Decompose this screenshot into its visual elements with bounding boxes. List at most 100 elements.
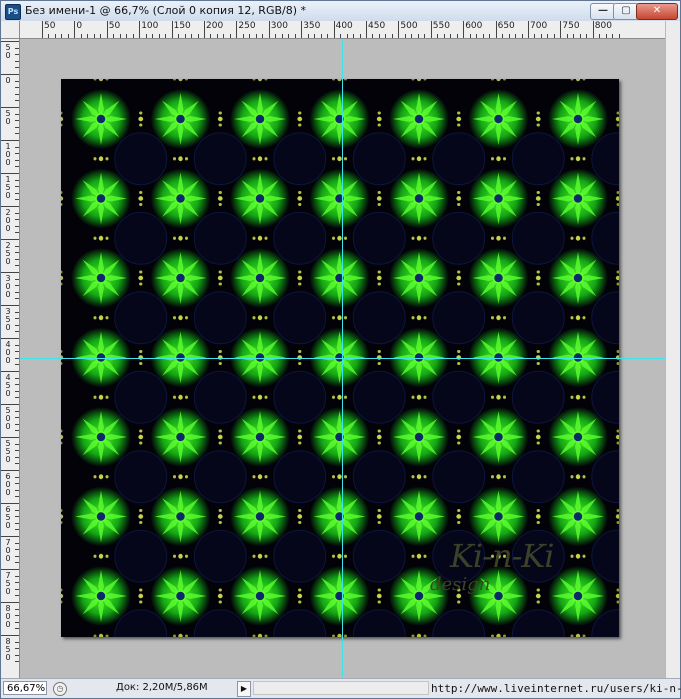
ruler-minor-tick bbox=[145, 34, 147, 38]
ruler-minor-tick bbox=[15, 522, 19, 524]
ruler-minor-tick bbox=[15, 351, 19, 353]
ruler-major-tick bbox=[463, 21, 465, 38]
pattern-hole bbox=[352, 132, 406, 186]
ruler-major-tick bbox=[1, 404, 19, 405]
ruler-major-tick bbox=[236, 21, 238, 38]
pattern-hole bbox=[511, 132, 565, 186]
ruler-major-tick bbox=[106, 21, 108, 38]
ruler-label: 550 bbox=[432, 21, 450, 31]
horizontal-ruler[interactable]: 50 0 50 100 150 200 250 300 350 400 450 500 550 600 65… bbox=[20, 21, 665, 39]
ruler-major-tick bbox=[1, 272, 19, 273]
ruler-minor-tick bbox=[15, 219, 19, 221]
ruler-minor-tick bbox=[15, 54, 19, 56]
ruler-major-tick bbox=[268, 21, 270, 38]
ruler-minor-tick bbox=[469, 34, 471, 38]
ruler-minor-tick bbox=[15, 410, 19, 412]
vertical-scrollbar[interactable] bbox=[665, 21, 680, 678]
pattern-hole bbox=[511, 450, 565, 504]
ruler-major-tick bbox=[171, 21, 173, 38]
ruler-minor-tick bbox=[15, 87, 19, 89]
ruler-major-tick bbox=[1, 74, 19, 75]
ruler-major-tick bbox=[333, 21, 335, 38]
ruler-label: 750 bbox=[562, 21, 580, 31]
pattern-hole bbox=[273, 132, 327, 186]
ruler-minor-tick bbox=[54, 34, 56, 38]
ruler-minor-tick bbox=[15, 621, 19, 623]
ruler-minor-tick bbox=[249, 34, 251, 38]
pattern-hole bbox=[432, 132, 486, 186]
ruler-minor-tick bbox=[158, 34, 160, 38]
ruler-minor-tick bbox=[288, 34, 290, 38]
ruler-minor-tick bbox=[15, 357, 19, 359]
ruler-minor-tick bbox=[586, 34, 588, 38]
ruler-minor-tick bbox=[15, 324, 19, 326]
pattern-hole bbox=[352, 370, 406, 424]
ruler-label: 450 bbox=[5, 373, 11, 398]
ruler-minor-tick bbox=[618, 34, 620, 38]
ruler-minor-tick bbox=[15, 549, 19, 551]
ruler-major-tick bbox=[1, 602, 19, 603]
horizontal-guide[interactable] bbox=[20, 358, 665, 359]
ruler-minor-tick bbox=[15, 100, 19, 102]
ruler-minor-tick bbox=[119, 34, 121, 38]
ruler-minor-tick bbox=[573, 34, 575, 38]
ruler-label: 0 bbox=[76, 21, 83, 31]
pattern-hole bbox=[193, 291, 247, 345]
horizontal-scrollbar[interactable] bbox=[253, 681, 429, 695]
ruler-minor-tick bbox=[15, 377, 19, 379]
pattern-hole bbox=[114, 370, 168, 424]
pattern-hole bbox=[193, 450, 247, 504]
ruler-minor-tick bbox=[15, 331, 19, 333]
ruler-minor-tick bbox=[93, 34, 95, 38]
ruler-label: 750 bbox=[5, 571, 11, 596]
ruler-minor-tick bbox=[132, 34, 134, 38]
ruler-minor-tick bbox=[15, 390, 19, 392]
ruler-minor-tick bbox=[15, 126, 19, 128]
ruler-minor-tick bbox=[15, 199, 19, 201]
ruler-label: 300 bbox=[270, 21, 288, 31]
ruler-minor-tick bbox=[262, 34, 264, 38]
pattern-hole bbox=[352, 291, 406, 345]
ruler-label: 150 bbox=[5, 175, 11, 200]
ruler-minor-tick bbox=[15, 529, 19, 531]
timer-icon[interactable]: ◷ bbox=[53, 682, 67, 696]
triangle-right-icon[interactable]: ▶ bbox=[237, 681, 251, 697]
ruler-minor-tick bbox=[353, 34, 355, 38]
ruler-minor-tick bbox=[15, 476, 19, 478]
close-button[interactable]: ✕ bbox=[636, 3, 678, 20]
ruler-minor-tick bbox=[100, 34, 102, 38]
ruler-label: 400 bbox=[5, 340, 11, 365]
title-bar[interactable]: Ps Без имени-1 @ 66,7% (Слой 0 копия 12,… bbox=[1, 1, 680, 22]
ruler-minor-tick bbox=[15, 225, 19, 227]
ruler-minor-tick bbox=[15, 456, 19, 458]
ruler-label: 500 bbox=[5, 406, 11, 431]
pattern-hole bbox=[432, 291, 486, 345]
vertical-ruler[interactable]: 5005010015020025030035040045050055060065… bbox=[1, 39, 20, 678]
ruler-label: 650 bbox=[5, 505, 11, 530]
ruler-minor-tick bbox=[340, 34, 342, 38]
ruler-major-tick bbox=[1, 140, 19, 141]
pattern-hole bbox=[511, 370, 565, 424]
ruler-major-tick bbox=[1, 239, 19, 240]
zoom-input[interactable]: 66,67% bbox=[3, 681, 47, 695]
ruler-minor-tick bbox=[15, 595, 19, 597]
ruler-major-tick bbox=[1, 107, 19, 108]
ruler-label: 50 bbox=[5, 43, 11, 60]
ruler-minor-tick bbox=[15, 166, 19, 168]
ruler-minor-tick bbox=[15, 397, 19, 399]
ruler-minor-tick bbox=[184, 34, 186, 38]
ruler-minor-tick bbox=[612, 34, 614, 38]
ruler-minor-tick bbox=[385, 34, 387, 38]
canvas-area[interactable]: Ki-n-Ki design bbox=[20, 39, 665, 678]
ruler-minor-tick bbox=[307, 34, 309, 38]
ruler-major-tick bbox=[592, 21, 594, 38]
ruler-minor-tick bbox=[15, 364, 19, 366]
ruler-major-tick bbox=[1, 470, 19, 471]
ruler-minor-tick bbox=[15, 93, 19, 95]
pattern-hole bbox=[193, 132, 247, 186]
document-size-info[interactable]: Док: 2,20М/5,86М bbox=[116, 682, 208, 693]
ruler-origin-corner[interactable] bbox=[1, 21, 20, 39]
ruler-minor-tick bbox=[443, 34, 445, 38]
pattern-hole bbox=[352, 450, 406, 504]
ruler-minor-tick bbox=[15, 654, 19, 656]
